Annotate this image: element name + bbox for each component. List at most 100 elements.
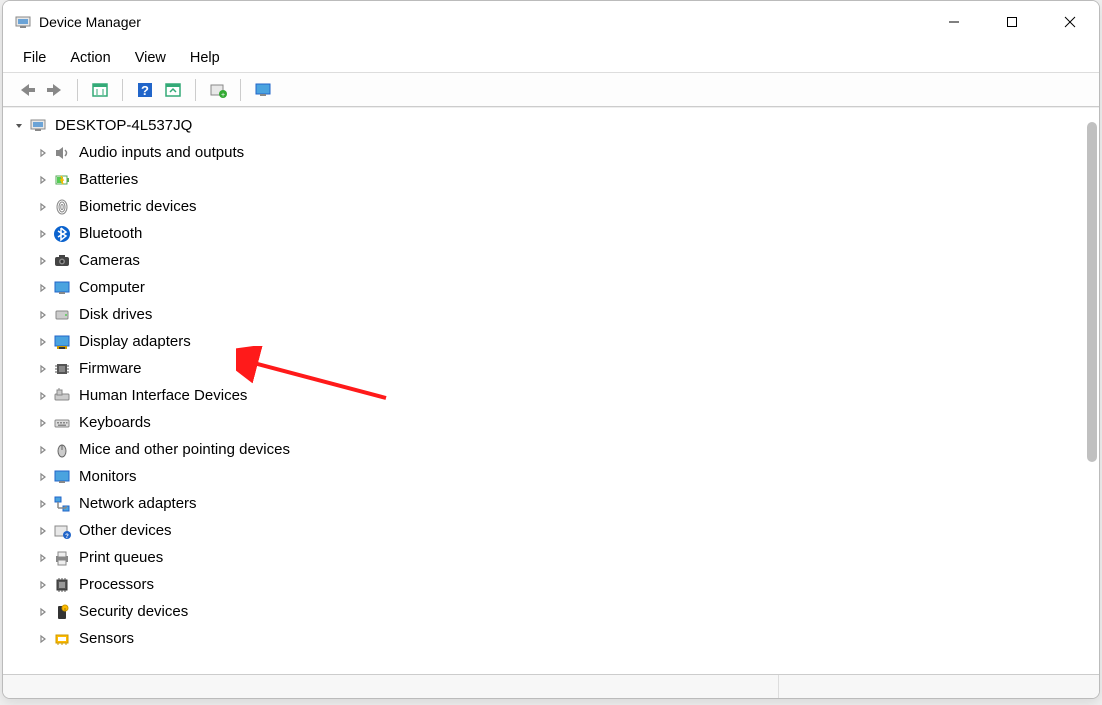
tree-category[interactable]: Display adapters bbox=[35, 328, 1099, 355]
speaker-icon bbox=[51, 143, 73, 163]
device-tree-area[interactable]: DESKTOP-4L537JQ Audio inputs and outputs… bbox=[3, 107, 1099, 674]
tree-category[interactable]: Firmware bbox=[35, 355, 1099, 382]
toolbar-monitor-button[interactable] bbox=[249, 77, 277, 103]
camera-icon bbox=[51, 251, 73, 271]
chevron-right-icon[interactable] bbox=[35, 256, 51, 266]
fingerprint-icon bbox=[51, 197, 73, 217]
tree-category[interactable]: Sensors bbox=[35, 625, 1099, 652]
chevron-right-icon[interactable] bbox=[35, 499, 51, 509]
keyboard-icon bbox=[51, 413, 73, 433]
mouse-icon bbox=[51, 440, 73, 460]
expander-icon[interactable] bbox=[11, 121, 27, 131]
chevron-right-icon[interactable] bbox=[35, 229, 51, 239]
app-icon bbox=[13, 12, 33, 32]
toolbar-addlegacy-button[interactable]: + bbox=[204, 77, 232, 103]
disk-icon bbox=[51, 305, 73, 325]
tree-category[interactable]: Human Interface Devices bbox=[35, 382, 1099, 409]
tree-category[interactable]: Mice and other pointing devices bbox=[35, 436, 1099, 463]
scrollbar-thumb[interactable] bbox=[1087, 122, 1097, 462]
chevron-right-icon[interactable] bbox=[35, 445, 51, 455]
tree-category[interactable]: Batteries bbox=[35, 166, 1099, 193]
tree-root-label: DESKTOP-4L537JQ bbox=[53, 118, 192, 133]
battery-icon bbox=[51, 170, 73, 190]
tree-category-label: Monitors bbox=[77, 469, 137, 484]
chevron-right-icon[interactable] bbox=[35, 202, 51, 212]
window-controls bbox=[925, 1, 1099, 43]
toolbar: ? + bbox=[3, 73, 1099, 107]
statusbar bbox=[3, 674, 1099, 698]
menubar: File Action View Help bbox=[3, 43, 1099, 73]
tree-category-label: Cameras bbox=[77, 253, 140, 268]
printer-icon bbox=[51, 548, 73, 568]
tree-category-label: Display adapters bbox=[77, 334, 191, 349]
tree-category-label: Processors bbox=[77, 577, 154, 592]
chevron-right-icon[interactable] bbox=[35, 607, 51, 617]
chevron-right-icon[interactable] bbox=[35, 472, 51, 482]
chevron-right-icon[interactable] bbox=[35, 337, 51, 347]
device-manager-window: Device Manager File Action View Help bbox=[2, 0, 1100, 699]
tree-category-label: Network adapters bbox=[77, 496, 197, 511]
tree-category-label: Bluetooth bbox=[77, 226, 142, 241]
tree-category-label: Security devices bbox=[77, 604, 188, 619]
tree-category[interactable]: Bluetooth bbox=[35, 220, 1099, 247]
tree-category[interactable]: Keyboards bbox=[35, 409, 1099, 436]
tree-category[interactable]: Network adapters bbox=[35, 490, 1099, 517]
tree-category[interactable]: ? Other devices bbox=[35, 517, 1099, 544]
toolbar-forward-button[interactable] bbox=[41, 77, 69, 103]
maximize-button[interactable] bbox=[983, 1, 1041, 43]
computer-root-icon bbox=[27, 116, 49, 136]
tree-category[interactable]: Processors bbox=[35, 571, 1099, 598]
tree-root[interactable]: DESKTOP-4L537JQ bbox=[11, 112, 1099, 139]
svg-text:+: + bbox=[221, 92, 225, 99]
tree-category-label: Batteries bbox=[77, 172, 138, 187]
chevron-right-icon[interactable] bbox=[35, 364, 51, 374]
tree-category-label: Firmware bbox=[77, 361, 142, 376]
menu-view[interactable]: View bbox=[123, 46, 178, 70]
bluetooth-icon bbox=[51, 224, 73, 244]
close-button[interactable] bbox=[1041, 1, 1099, 43]
tree-category[interactable]: Disk drives bbox=[35, 301, 1099, 328]
display-adapter-icon bbox=[51, 332, 73, 352]
menu-action[interactable]: Action bbox=[58, 46, 122, 70]
toolbar-scan-button[interactable] bbox=[159, 77, 187, 103]
svg-text:?: ? bbox=[141, 83, 149, 98]
chevron-right-icon[interactable] bbox=[35, 634, 51, 644]
toolbar-showhidden-button[interactable] bbox=[86, 77, 114, 103]
chevron-right-icon[interactable] bbox=[35, 175, 51, 185]
tree-category-label: Computer bbox=[77, 280, 145, 295]
menu-file[interactable]: File bbox=[11, 46, 58, 70]
tree-category-label: Keyboards bbox=[77, 415, 151, 430]
chevron-right-icon[interactable] bbox=[35, 580, 51, 590]
titlebar[interactable]: Device Manager bbox=[3, 1, 1099, 43]
tree-category-label: Print queues bbox=[77, 550, 163, 565]
window-title: Device Manager bbox=[39, 14, 141, 30]
chevron-right-icon[interactable] bbox=[35, 310, 51, 320]
chevron-right-icon[interactable] bbox=[35, 418, 51, 428]
tree-category[interactable]: Security devices bbox=[35, 598, 1099, 625]
chevron-right-icon[interactable] bbox=[35, 526, 51, 536]
toolbar-back-button[interactable] bbox=[13, 77, 41, 103]
monitor-icon bbox=[51, 467, 73, 487]
sensor-icon bbox=[51, 629, 73, 649]
chevron-right-icon[interactable] bbox=[35, 148, 51, 158]
tree-category[interactable]: Print queues bbox=[35, 544, 1099, 571]
menu-help[interactable]: Help bbox=[178, 46, 232, 70]
security-icon bbox=[51, 602, 73, 622]
toolbar-help-button[interactable]: ? bbox=[131, 77, 159, 103]
tree-category[interactable]: Biometric devices bbox=[35, 193, 1099, 220]
tree-category[interactable]: Cameras bbox=[35, 247, 1099, 274]
minimize-button[interactable] bbox=[925, 1, 983, 43]
network-icon bbox=[51, 494, 73, 514]
monitor-icon bbox=[51, 278, 73, 298]
tree-category-label: Other devices bbox=[77, 523, 172, 538]
tree-category[interactable]: Computer bbox=[35, 274, 1099, 301]
chevron-right-icon[interactable] bbox=[35, 553, 51, 563]
tree-category-label: Human Interface Devices bbox=[77, 388, 247, 403]
tree-category-label: Disk drives bbox=[77, 307, 152, 322]
svg-text:?: ? bbox=[65, 534, 69, 540]
chevron-right-icon[interactable] bbox=[35, 391, 51, 401]
chevron-right-icon[interactable] bbox=[35, 283, 51, 293]
tree-category[interactable]: Audio inputs and outputs bbox=[35, 139, 1099, 166]
cpu-icon bbox=[51, 575, 73, 595]
tree-category[interactable]: Monitors bbox=[35, 463, 1099, 490]
